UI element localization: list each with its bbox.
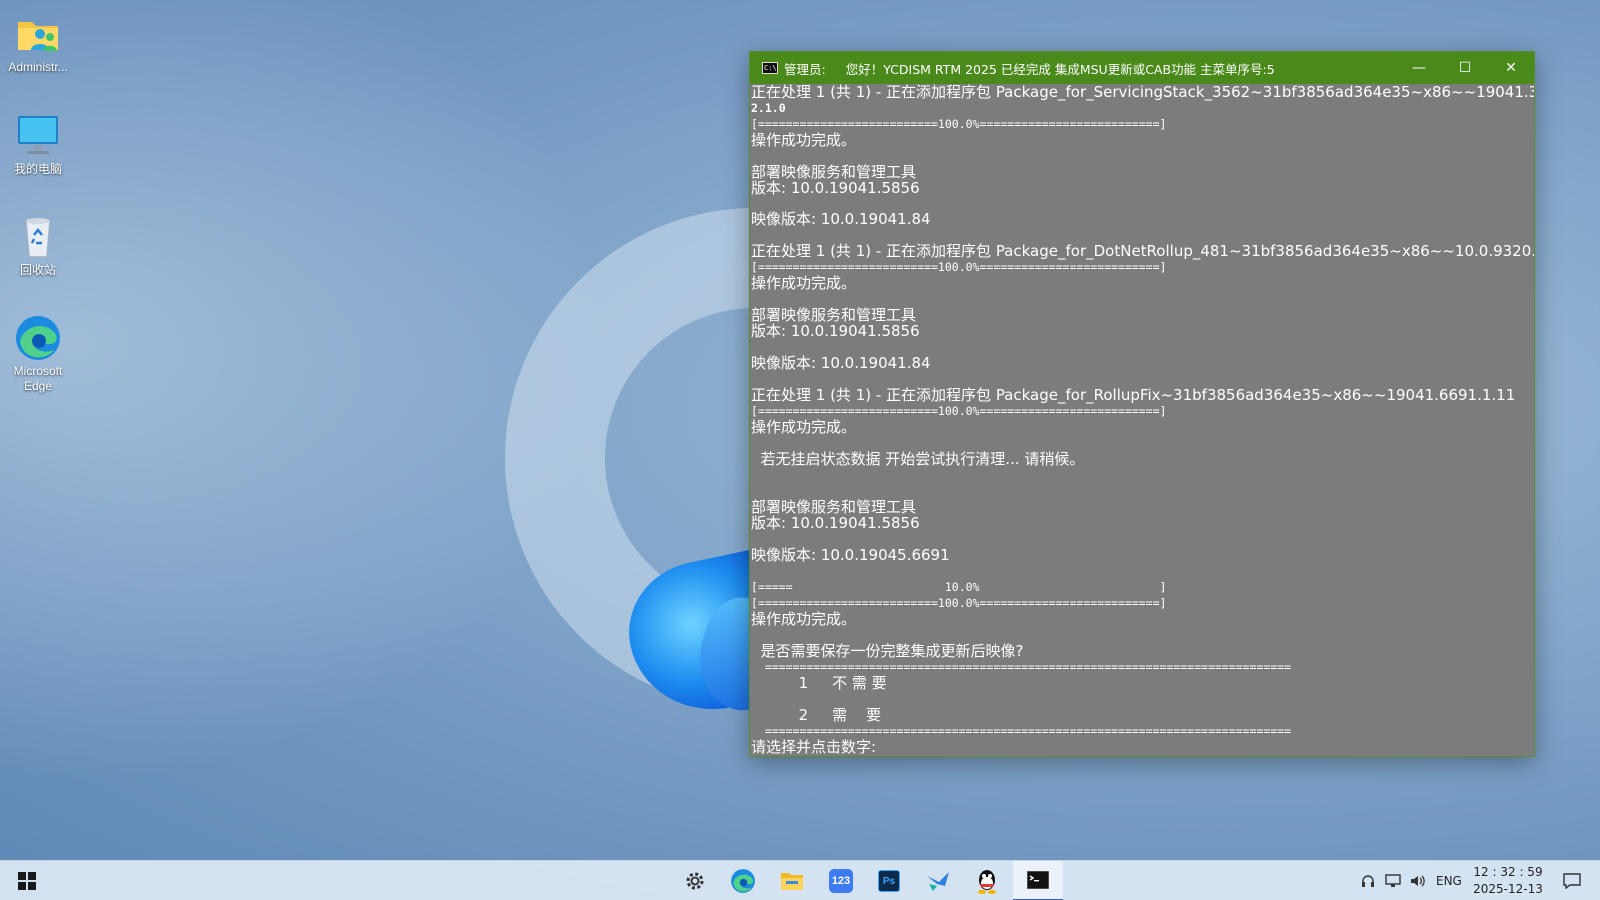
123-icon-text: 123 [831,875,851,887]
desktop-icon-label: Microsoft Edge [13,364,63,393]
tray-network[interactable] [1381,861,1405,900]
desktop-icon-recycle-bin[interactable]: 回收站 [0,213,76,278]
progress-line: [==========================100.0%=======… [751,117,1167,131]
tray-headset[interactable] [1356,861,1380,900]
desktop-icon-administrator[interactable]: Administr... [0,10,76,75]
console-line: 正在处理 1 (共 1) - 正在添加程序包 Package_for_Rollu… [751,386,1516,404]
console-line: 映像版本: 10.0.19041.84 [751,354,931,372]
desktop-icon-label: 回收站 [19,263,56,277]
console-line: 部署映像服务和管理工具 [751,498,917,516]
minimize-icon: — [1412,60,1426,76]
taskbar-settings[interactable] [672,861,718,900]
console-output[interactable]: 正在处理 1 (共 1) - 正在添加程序包 Package_for_Servi… [750,84,1534,756]
settings-icon [686,872,704,890]
input-prompt[interactable]: 请选择并点击数字: [751,739,876,755]
network-icon [1385,874,1401,887]
maximize-button[interactable]: ☐ [1442,52,1488,84]
headset-icon [1362,875,1374,887]
taskbar-qq[interactable] [964,861,1010,900]
progress-line: [==========================100.0%=======… [751,596,1167,610]
desktop-icon-my-computer[interactable]: 我的电脑 [0,112,76,177]
taskbar-edge[interactable] [720,861,766,900]
recycle-bin-icon [14,213,62,261]
progress-line: [===== 10.0% ] [751,580,1167,594]
console-line: 正在处理 1 (共 1) - 正在添加程序包 Package_for_DotNe… [751,242,1534,260]
cmd-icon [1027,871,1049,889]
console-line: 2.1.0 [751,101,786,115]
console-line: 版本: 10.0.19041.5856 [751,514,920,532]
console-line: 部署映像服务和管理工具 [751,163,917,181]
desktop-icon-edge[interactable]: Microsoft Edge [0,314,76,394]
admin-label: 管理员: [784,61,826,77]
close-button[interactable]: ✕ [1488,52,1534,84]
console-line: 映像版本: 10.0.19045.6691 [751,546,950,564]
windows-icon [18,872,36,890]
notification-icon [1563,873,1581,889]
cmd-window-icon: C:\ [762,62,778,74]
console-line: 操作成功完成。 [751,418,857,436]
notification-center[interactable] [1554,861,1590,900]
monitor-icon [14,112,62,160]
tray-volume[interactable] [1406,861,1430,900]
console-titlebar[interactable]: C:\ 管理员: 您好！YCDISM RTM 2025 已经完成 集成MSU更新… [750,52,1534,84]
photoshop-icon: Ps [878,870,900,892]
console-line: 操作成功完成。 [751,131,857,149]
taskbar-feishu[interactable] [915,861,961,900]
console-window[interactable]: C:\ 管理员: 您好！YCDISM RTM 2025 已经完成 集成MSU更新… [749,51,1535,757]
console-line: 若无挂启状态数据 开始尝试执行清理... 请稍候。 [751,450,1085,468]
close-icon: ✕ [1505,60,1517,76]
clock[interactable]: 12 : 32 : 59 2025-12-13 [1472,864,1544,898]
taskbar: 123 Ps ENG 12: 32: 59 2025-12-13 [0,860,1600,900]
console-line: 版本: 10.0.19041.5856 [751,322,920,340]
edge-icon [731,869,755,893]
console-line: 正在处理 1 (共 1) - 正在添加程序包 Package_for_Servi… [751,84,1534,101]
menu-option-1: 1 不 需 要 [751,674,887,692]
user-folder-icon [14,10,62,58]
console-line: 操作成功完成。 [751,274,857,292]
taskbar-cmd[interactable] [1013,861,1063,900]
menu-divider: ========================================… [751,660,1292,674]
clock-date: 2025-12-13 [1473,882,1543,896]
desktop-icon-label: Administr... [8,60,68,74]
start-button[interactable] [4,861,50,900]
file-explorer-icon [781,873,803,890]
menu-option-2: 2 需 要 [751,706,882,724]
clock-time: 12 : 32 : 59 [1473,865,1543,879]
123-icon: 123 [829,869,853,893]
maximize-icon: ☐ [1458,60,1472,76]
desktop-icon-label: 我的电脑 [13,162,62,176]
window-title: 您好！YCDISM RTM 2025 已经完成 集成MSU更新或CAB功能 主菜… [845,61,1275,77]
photoshop-icon-text: Ps [882,875,896,887]
minimize-button[interactable]: — [1396,52,1442,84]
console-line: 部署映像服务和管理工具 [751,306,917,324]
console-line: 版本: 10.0.19041.5856 [751,179,920,197]
taskbar-photoshop[interactable]: Ps [866,861,912,900]
volume-icon [1411,875,1425,887]
progress-line: [==========================100.0%=======… [751,404,1167,418]
language-indicator[interactable]: ENG [1436,874,1462,888]
console-line: 映像版本: 10.0.19041.84 [751,210,931,228]
menu-divider: ========================================… [751,724,1292,738]
edge-icon [14,314,62,362]
progress-line: [==========================100.0%=======… [751,260,1167,274]
console-line: 操作成功完成。 [751,610,857,628]
taskbar-123-app[interactable]: 123 [818,861,864,900]
taskbar-file-explorer[interactable] [769,861,815,900]
qq-icon [978,870,996,894]
feishu-icon [927,872,949,891]
menu-prompt: 是否需要保存一份完整集成更新后映像? [751,642,1024,660]
